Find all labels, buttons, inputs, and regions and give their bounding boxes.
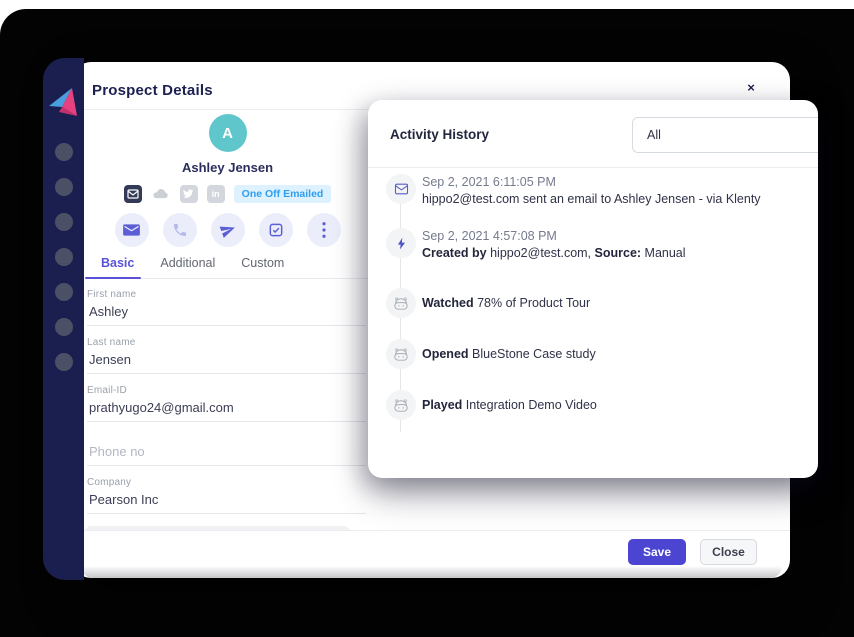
modal-footer: Save Close <box>73 530 790 578</box>
field-label-company: Company <box>87 477 366 488</box>
field-first-name: First name <box>87 289 366 326</box>
tab-additional[interactable]: Additional <box>160 256 215 278</box>
activity-description: Opened BlueStone Case study <box>422 346 596 363</box>
activity-description: Played Integration Demo Video <box>422 397 597 414</box>
activity-entry: Played Integration Demo Video <box>386 390 804 420</box>
envelope-icon <box>386 174 416 204</box>
activity-filter-value: All <box>647 128 661 142</box>
sidebar-nav-dot[interactable] <box>55 318 73 336</box>
twitter-icon[interactable] <box>180 185 198 203</box>
close-icon[interactable]: × <box>741 78 761 98</box>
activity-timestamp: Sep 2, 2021 6:11:05 PM <box>422 174 761 191</box>
prospect-tabs: Basic Additional Custom <box>85 256 370 279</box>
activity-entry: Watched 78% of Product Tour <box>386 288 804 318</box>
field-company: Company <box>87 477 366 514</box>
field-last-name: Last name <box>87 337 366 374</box>
sidebar-nav-dot[interactable] <box>55 178 73 196</box>
activity-header: Activity History All <box>368 100 818 168</box>
hippo-icon <box>386 339 416 369</box>
activity-description: Watched 78% of Product Tour <box>422 295 590 312</box>
prospect-summary-column: A Ashley Jensen in One Off Emailed <box>85 110 370 530</box>
close-button[interactable]: Close <box>700 539 757 565</box>
activity-entry: Opened BlueStone Case study <box>386 339 804 369</box>
activity-filter-select[interactable]: All <box>632 117 818 153</box>
linkedin-icon[interactable]: in <box>207 185 225 203</box>
sidebar-nav-dot[interactable] <box>55 213 73 231</box>
sidebar-nav-dot[interactable] <box>55 143 73 161</box>
activity-entry-text: Watched 78% of Product Tour <box>422 295 590 312</box>
field-label-email-id: Email-ID <box>87 385 366 396</box>
activity-entry-text: Opened BlueStone Case study <box>422 346 596 363</box>
prospect-form: First name Last name Email-ID Company <box>85 289 370 514</box>
activity-entry-text: Played Integration Demo Video <box>422 397 597 414</box>
prospect-actions <box>85 213 370 247</box>
screen: Prospect Details × A Ashley Jensen in On… <box>0 0 854 637</box>
cloud-icon[interactable] <box>151 185 171 203</box>
last-name-input[interactable] <box>87 351 366 374</box>
app-sidebar <box>43 58 84 580</box>
sidebar-nav-dot[interactable] <box>55 248 73 266</box>
status-badge: One Off Emailed <box>234 185 332 203</box>
save-button[interactable]: Save <box>628 539 686 565</box>
company-input[interactable] <box>87 491 366 514</box>
phone-no-input[interactable] <box>87 443 366 466</box>
klenty-logo-icon <box>46 84 82 120</box>
social-row: in One Off Emailed <box>85 185 370 203</box>
call-icon[interactable] <box>163 213 197 247</box>
compose-email-icon[interactable] <box>115 213 149 247</box>
activity-title: Activity History <box>390 127 489 142</box>
sidebar-nav <box>43 143 84 371</box>
field-email-id: Email-ID <box>87 385 366 422</box>
tab-basic[interactable]: Basic <box>101 256 134 278</box>
tasks-icon[interactable] <box>259 213 293 247</box>
send-icon[interactable] <box>211 213 245 247</box>
sidebar-nav-dot[interactable] <box>55 283 73 301</box>
email-id-input[interactable] <box>87 399 366 422</box>
field-phone-no <box>87 443 366 466</box>
prospect-name: Ashley Jensen <box>85 160 370 175</box>
tab-custom[interactable]: Custom <box>241 256 284 278</box>
activity-timestamp: Sep 2, 2021 4:57:08 PM <box>422 228 686 245</box>
activity-description: Created by hippo2@test.com, Source: Manu… <box>422 245 686 262</box>
field-label-first-name: First name <box>87 289 366 300</box>
hippo-icon <box>386 288 416 318</box>
first-name-input[interactable] <box>87 303 366 326</box>
mail-badge-icon[interactable] <box>124 185 142 203</box>
sidebar-nav-dot[interactable] <box>55 353 73 371</box>
modal-title: Prospect Details <box>92 82 213 99</box>
bolt-icon <box>386 228 416 258</box>
activity-entry-text: Sep 2, 2021 4:57:08 PMCreated by hippo2@… <box>422 228 686 262</box>
activity-description: hippo2@test.com sent an email to Ashley … <box>422 191 761 208</box>
activity-entry: Sep 2, 2021 6:11:05 PMhippo2@test.com se… <box>386 174 804 208</box>
field-label-last-name: Last name <box>87 337 366 348</box>
activity-timeline: Sep 2, 2021 6:11:05 PMhippo2@test.com se… <box>368 168 818 478</box>
activity-history-panel: Activity History All Sep 2, 2021 6:11:05… <box>368 100 818 478</box>
activity-entry-text: Sep 2, 2021 6:11:05 PMhippo2@test.com se… <box>422 174 761 208</box>
hippo-icon <box>386 390 416 420</box>
avatar: A <box>209 114 247 152</box>
activity-entry: Sep 2, 2021 4:57:08 PMCreated by hippo2@… <box>386 228 804 262</box>
more-options-icon[interactable] <box>307 213 341 247</box>
